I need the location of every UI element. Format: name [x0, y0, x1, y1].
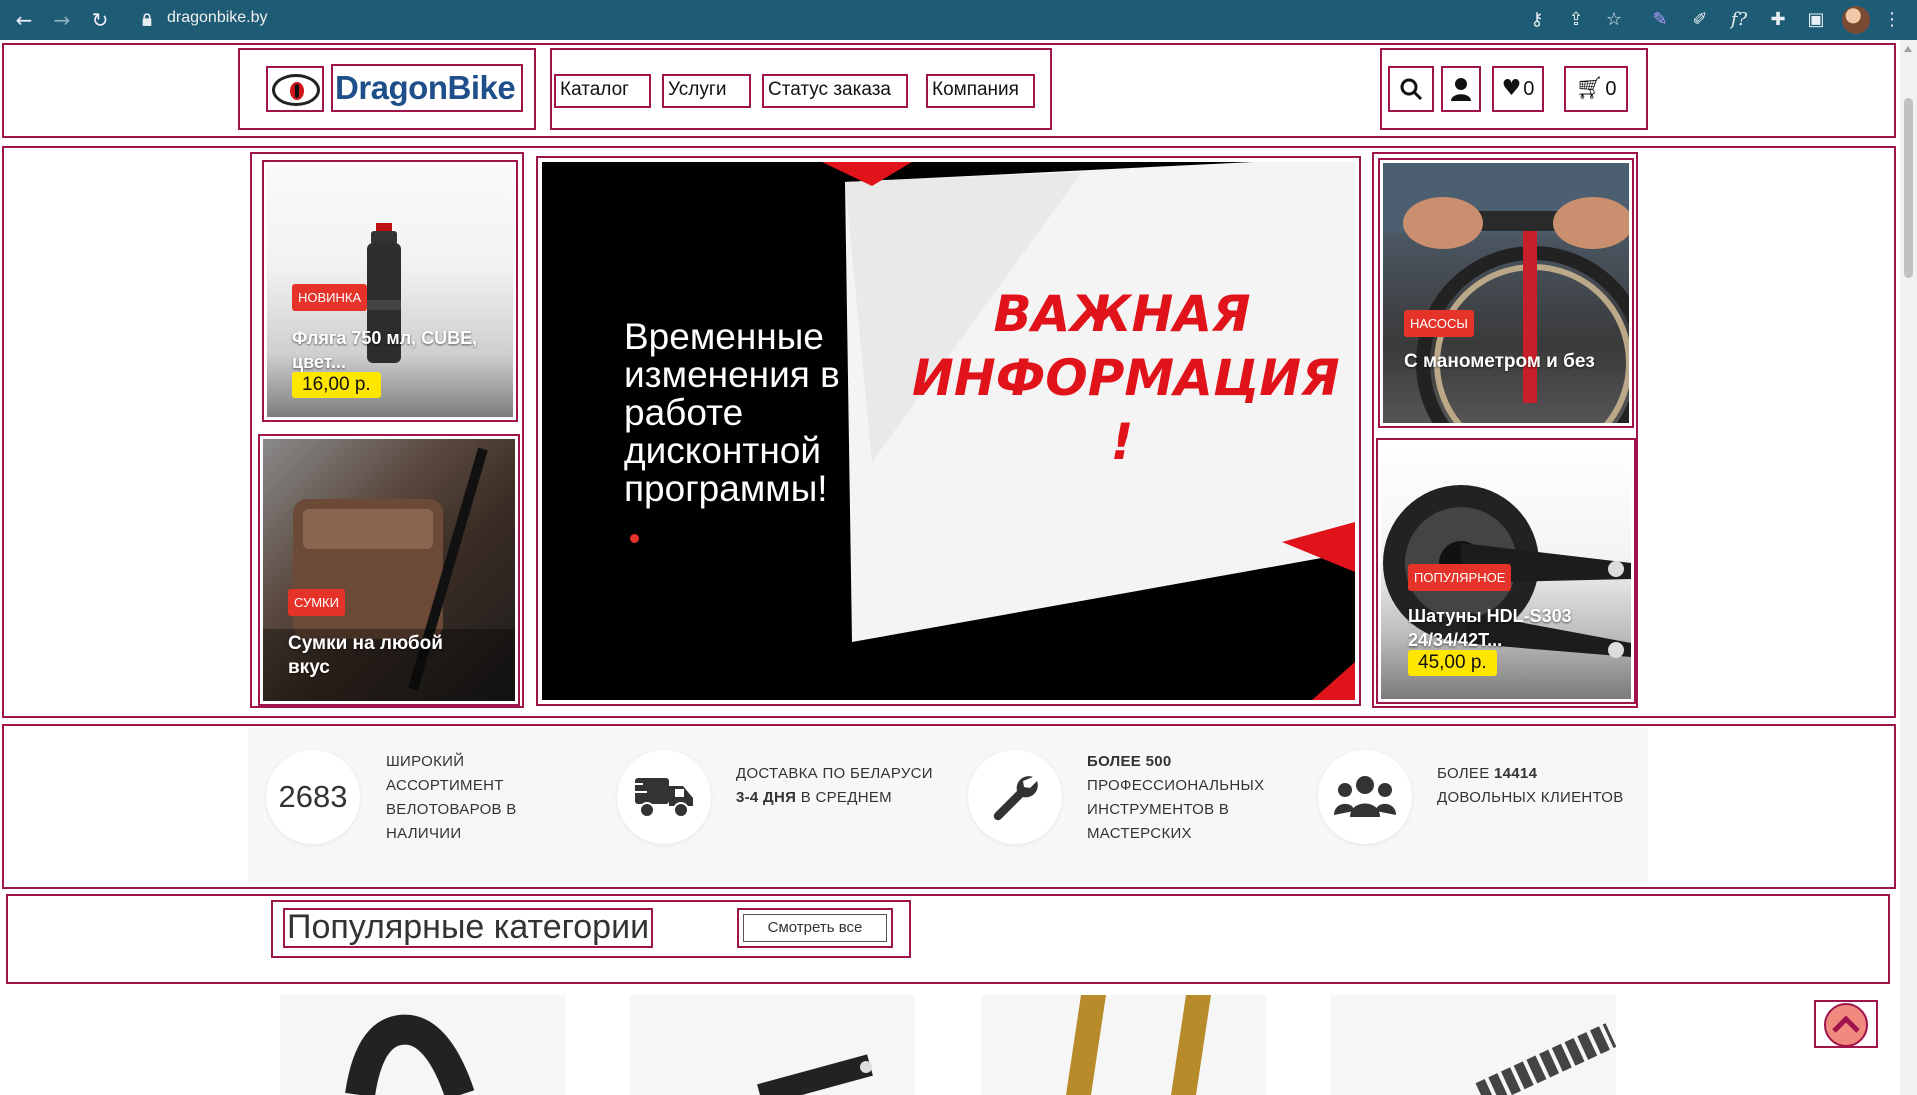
- browser-toolbar: ← → ↻ dragonbike.by ⚷ ⇪ ☆ ✎ ✐ f? ✚ ▣ ⋮: [0, 0, 1917, 40]
- back-icon[interactable]: ←: [12, 8, 36, 32]
- puzzle-icon[interactable]: ✚: [1766, 8, 1790, 32]
- tile-bags[interactable]: СУМКИ Сумки на любой вкус: [258, 434, 520, 706]
- banner-text: Временные изменения в работе дисконтной …: [624, 316, 840, 509]
- search-icon[interactable]: [1388, 66, 1434, 112]
- tire-image: [345, 1014, 475, 1095]
- menu-services[interactable]: Услуги: [662, 74, 751, 108]
- pump-image: [1383, 163, 1629, 423]
- stat-circle: 2683: [266, 750, 360, 844]
- tile-title: Фляга 750 мл, CUBE, цвет...: [292, 328, 478, 372]
- cart-count: 0: [1605, 78, 1617, 100]
- favorites-count: 0: [1523, 78, 1535, 100]
- menu-icon[interactable]: ⋮: [1880, 8, 1904, 32]
- crank-image: [757, 1054, 873, 1095]
- categories-title: Популярные категории: [283, 908, 654, 948]
- user-icon[interactable]: [1441, 66, 1481, 112]
- pen-icon[interactable]: ✎: [1648, 8, 1672, 32]
- chevron-up-icon: [1832, 1015, 1860, 1033]
- menu-company[interactable]: Компания: [926, 74, 1035, 108]
- scroll-to-top-button[interactable]: [1814, 1000, 1878, 1048]
- logo-eye-icon[interactable]: [266, 66, 324, 112]
- cart-button[interactable]: 🛒︎ 0: [1564, 66, 1628, 112]
- tile-popular-crankset[interactable]: ПОПУЛЯРНОЕ Шатуны HDL-S303 24/34/42T... …: [1376, 438, 1636, 704]
- scrollbar-thumb[interactable]: [1904, 98, 1913, 278]
- tile-pumps[interactable]: НАСОСЫ С манометром и без: [1378, 158, 1634, 428]
- tile-new-flask[interactable]: НОВИНКА Фляга 750 мл, CUBE, цвет... 16,0…: [262, 160, 518, 422]
- favorites-button[interactable]: ♥ 0: [1492, 66, 1544, 112]
- menu-order-status[interactable]: Статус заказа: [762, 74, 908, 108]
- feature-text-clients: Более 14414 довольных клиентов: [1437, 765, 1624, 806]
- truck-icon: [617, 750, 711, 844]
- category-card-cranks[interactable]: [630, 995, 915, 1095]
- wrench-icon: [968, 750, 1062, 844]
- key-icon[interactable]: ⚷: [1525, 8, 1549, 32]
- hero-banner[interactable]: Временные изменения в работе дисконтной …: [536, 156, 1361, 706]
- scroll-up-arrow-icon[interactable]: [1904, 46, 1912, 52]
- forward-icon[interactable]: →: [50, 8, 74, 32]
- logo-text[interactable]: DragonBike: [331, 64, 523, 112]
- reload-icon[interactable]: ↻: [88, 8, 112, 32]
- tile-title: Сумки на любой вкус: [288, 633, 443, 678]
- category-card-forks[interactable]: [981, 995, 1266, 1095]
- badge-pumps: НАСОСЫ: [1404, 310, 1474, 337]
- see-all-label: Смотреть все: [743, 914, 887, 942]
- brush-icon[interactable]: ✐: [1688, 8, 1712, 32]
- fork-image: [1066, 995, 1211, 1095]
- price-tag: 45,00 р.: [1408, 650, 1497, 676]
- address-bar[interactable]: dragonbike.by: [167, 9, 268, 27]
- tile-title: Шатуны HDL-S303 24/34/42T...: [1408, 606, 1572, 650]
- banner-headline: ВАЖНАЯ ИНФОРМАЦИЯ !: [912, 285, 1340, 471]
- price-tag: 16,00 р.: [292, 372, 381, 398]
- category-card-chains[interactable]: [1331, 995, 1616, 1095]
- feature-text-delivery: Доставка по Беларуси 3-4 дня в среднем: [736, 765, 933, 806]
- see-all-button[interactable]: Смотреть все: [737, 908, 893, 948]
- users-icon: [1318, 750, 1412, 844]
- share-icon[interactable]: ⇪: [1564, 8, 1588, 32]
- badge-popular: ПОПУЛЯРНОЕ: [1408, 564, 1512, 591]
- sidepanel-icon[interactable]: ▣: [1804, 8, 1828, 32]
- category-card-tires[interactable]: [280, 995, 565, 1095]
- heart-icon: ♥: [1501, 76, 1522, 101]
- cart-icon: 🛒︎: [1575, 76, 1604, 101]
- tile-title: С манометром и без: [1404, 351, 1595, 372]
- badge-bags: СУМКИ: [288, 589, 345, 616]
- page-scrollbar[interactable]: [1900, 40, 1917, 1095]
- lock-icon[interactable]: [141, 13, 153, 27]
- avatar-icon[interactable]: [1842, 6, 1870, 34]
- fx-icon[interactable]: f?: [1727, 8, 1751, 32]
- badge-new: НОВИНКА: [292, 284, 368, 311]
- feature-text-tools: Более 500 профессиональных инструментов …: [1087, 753, 1265, 842]
- star-icon[interactable]: ☆: [1602, 8, 1626, 32]
- carousel-dot[interactable]: [630, 534, 639, 543]
- chain-image: [1475, 1023, 1616, 1095]
- feature-text-assortment: Широкий ассортимент велотоваров в наличи…: [386, 753, 517, 842]
- menu-catalog[interactable]: Каталог: [554, 74, 651, 108]
